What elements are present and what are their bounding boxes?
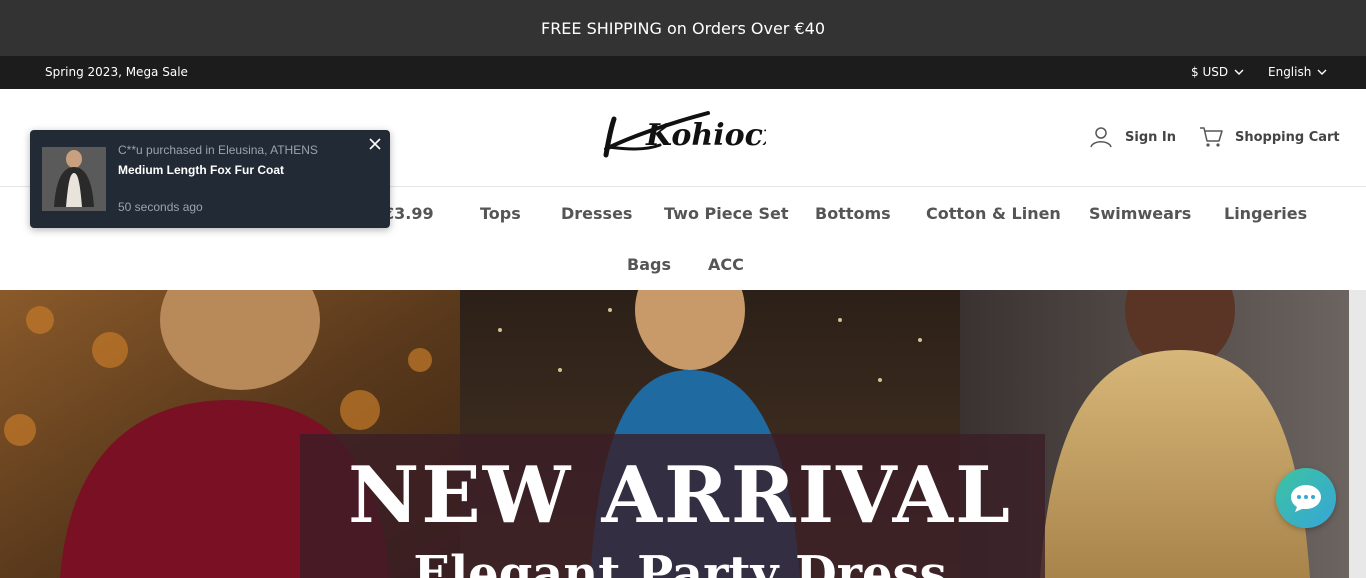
user-icon (1090, 127, 1112, 148)
nav-item-tops[interactable]: Tops (480, 204, 521, 223)
nav-item-bags[interactable]: Bags (627, 255, 671, 274)
logo-text: Kohiocx (645, 118, 766, 153)
currency-selector[interactable]: $ USD (1191, 65, 1244, 79)
nav-item-bottoms[interactable]: Bottoms (815, 204, 891, 223)
announcement-text: FREE SHIPPING on Orders Over €40 (540, 18, 825, 38)
hero-banner[interactable]: NEW ARRIVAL Elegant Party Dress (0, 290, 1349, 578)
product-image (42, 147, 106, 211)
language-selector[interactable]: English (1268, 65, 1327, 79)
purchase-time: 50 seconds ago (118, 200, 203, 214)
announcement-bar: FREE SHIPPING on Orders Over €40 (0, 0, 1366, 56)
nav-item-cotton-linen[interactable]: Cotton & Linen (926, 204, 1061, 223)
hero-subheadline: Elegant Party Dress (413, 546, 946, 578)
sign-in-link[interactable]: Sign In (1089, 126, 1176, 148)
product-thumbnail[interactable] (42, 147, 106, 211)
product-name[interactable]: Medium Length Fox Fur Coat (118, 163, 284, 177)
currency-label: $ USD (1191, 65, 1229, 79)
hero-headline: NEW ARRIVAL (348, 450, 1012, 541)
language-label: English (1268, 65, 1312, 79)
cart-icon (1200, 127, 1223, 147)
chat-icon (1291, 485, 1321, 512)
nav-item-lingeries[interactable]: Lingeries (1224, 204, 1307, 223)
chevron-down-icon (1234, 69, 1244, 75)
nav-item-swimwears[interactable]: Swimwears (1089, 204, 1191, 223)
nav-item-dresses[interactable]: Dresses (561, 204, 632, 223)
sign-in-label: Sign In (1125, 129, 1176, 145)
close-icon[interactable] (368, 137, 382, 151)
hero-image: NEW ARRIVAL Elegant Party Dress (0, 290, 1349, 578)
purchase-notification[interactable]: C**u purchased in Eleusina, ATHENS Mediu… (30, 130, 390, 228)
nav-item-acc[interactable]: ACC (708, 255, 744, 274)
nav-item-two-piece-set[interactable]: Two Piece Set (664, 204, 789, 223)
scrollbar[interactable] (1349, 290, 1366, 578)
chevron-down-icon (1317, 69, 1327, 75)
nav-item-under-3-99[interactable]: €3.99 (383, 204, 434, 223)
chat-button[interactable] (1276, 468, 1336, 528)
brand-logo[interactable]: Kohiocx (600, 101, 766, 163)
shopping-cart-link[interactable]: Shopping Cart (1199, 126, 1340, 148)
promo-text: Spring 2023, Mega Sale (45, 65, 188, 79)
utility-bar: Spring 2023, Mega Sale $ USD English (0, 56, 1366, 89)
buyer-location: C**u purchased in Eleusina, ATHENS (118, 143, 318, 157)
shopping-cart-label: Shopping Cart (1235, 129, 1340, 145)
